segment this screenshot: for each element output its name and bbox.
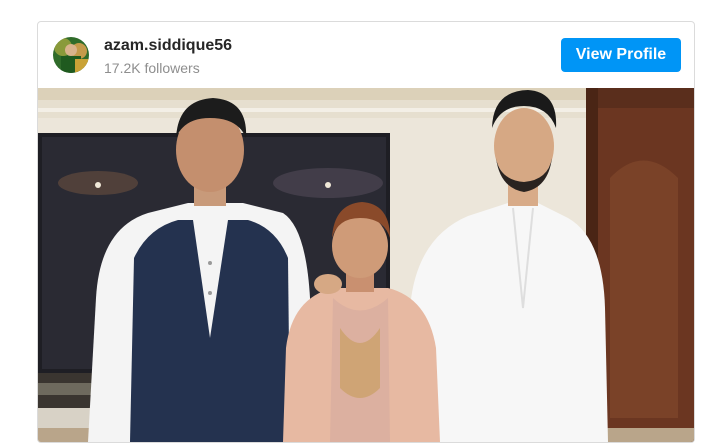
instagram-embed-card: azam.siddique56 17.2K followers View Pro… bbox=[37, 21, 695, 443]
post-header: azam.siddique56 17.2K followers View Pro… bbox=[38, 22, 694, 88]
post-image[interactable] bbox=[38, 88, 694, 442]
avatar-image bbox=[53, 37, 89, 73]
followers-count: 17.2K followers bbox=[104, 60, 200, 76]
username-link[interactable]: azam.siddique56 bbox=[104, 37, 232, 55]
post-photo bbox=[38, 88, 694, 442]
view-profile-button[interactable]: View Profile bbox=[561, 38, 681, 72]
profile-avatar[interactable] bbox=[53, 37, 89, 73]
